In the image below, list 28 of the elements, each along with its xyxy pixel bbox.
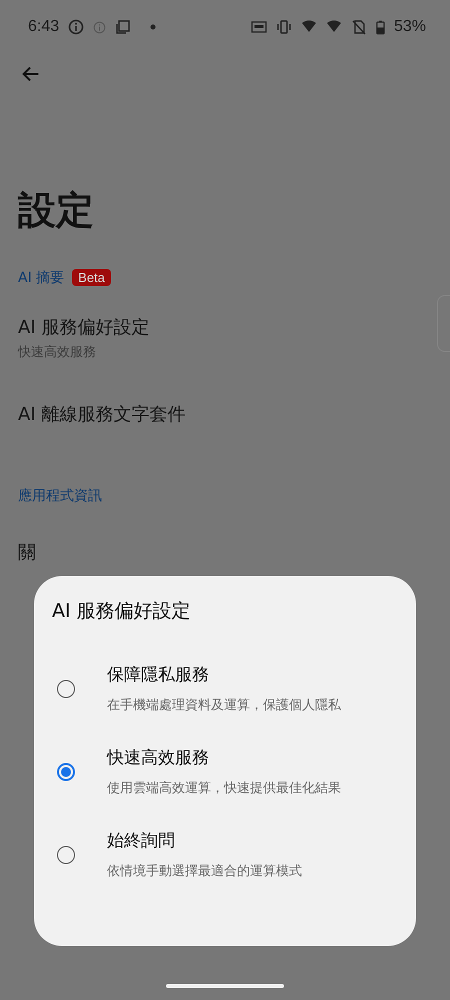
status-time: 6:43 [28,18,60,36]
info-icon [68,19,84,35]
page-title: 設定 [18,190,95,232]
radio-button[interactable] [57,846,75,864]
vibrate-icon [276,19,292,35]
dialog-title: AI 服務偏好設定 [52,599,192,624]
setting-title[interactable]: AI 離線服務文字套件 [18,402,450,426]
display-icon [250,19,267,35]
option-description: 依情境手動選擇最適合的運算模式 [107,863,302,880]
radio-button[interactable] [57,680,75,698]
beta-badge: Beta [72,269,111,286]
option-label[interactable]: 始終詢問 [107,829,302,852]
option-label[interactable]: 保障隱私服務 [107,663,341,686]
copy-icon [115,19,132,35]
option-description: 在手機端處理資料及運算，保護個人隱私 [107,697,341,714]
battery-percent: 53% [394,18,426,36]
info-icon [93,20,106,34]
setting-title[interactable]: AI 服務偏好設定 [18,314,450,339]
section-header: 應用程式資訊 [18,486,102,505]
section-header: AI 摘要 [18,268,64,287]
setting-title[interactable]: 關 [18,540,450,564]
no-sim-icon [350,19,367,35]
option-description: 使用雲端高效運算，快速提供最佳化結果 [107,780,341,797]
option-label[interactable]: 快速高效服務 [107,746,341,769]
battery-icon [376,20,385,34]
dot-icon [150,24,156,30]
setting-summary: 快速高效服務 [18,344,97,361]
radio-button[interactable] [57,762,75,780]
